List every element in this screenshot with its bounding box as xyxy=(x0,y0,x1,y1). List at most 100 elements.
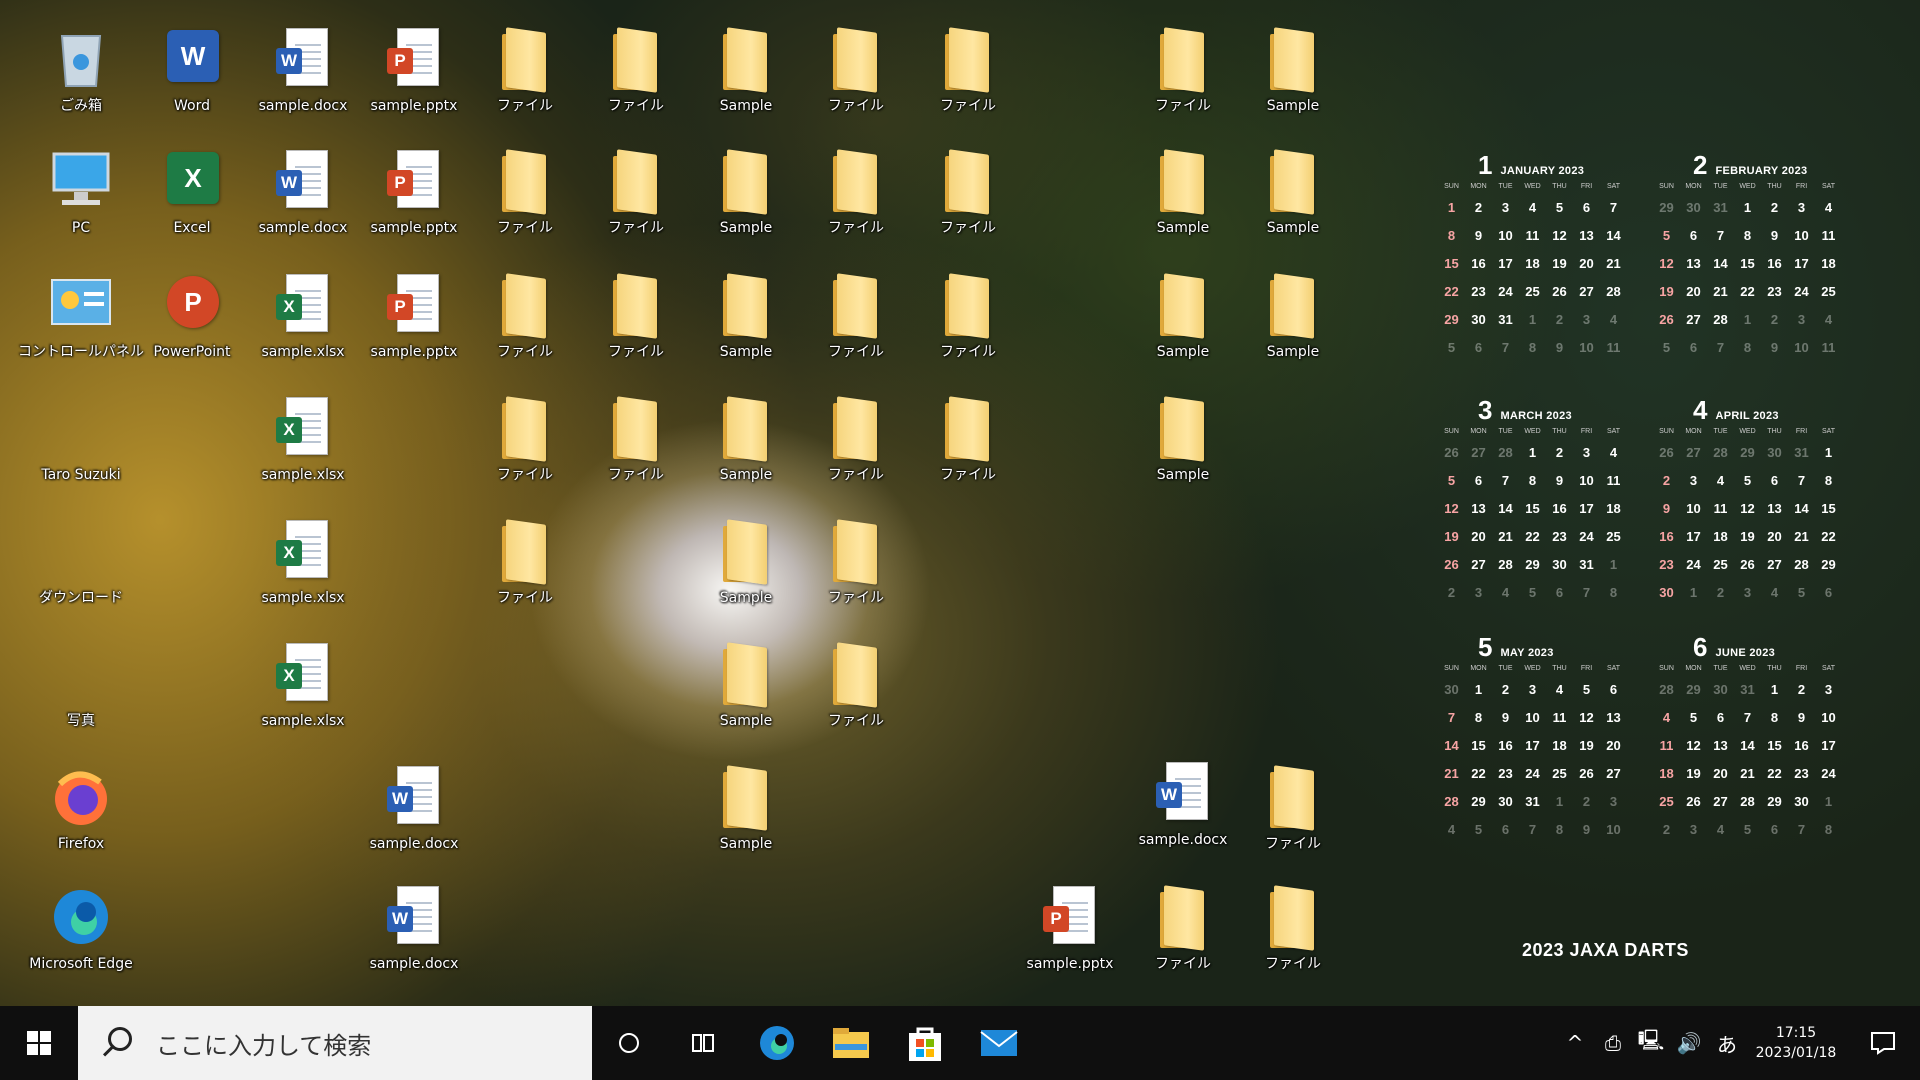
downloads-folder-icon[interactable]: ダウンロード xyxy=(28,510,134,620)
calendar-day: 12 xyxy=(1552,228,1567,243)
action-center-button[interactable] xyxy=(1846,1031,1920,1055)
folder-icon[interactable]: Sample xyxy=(1240,18,1346,128)
folder-icon[interactable]: ファイル xyxy=(472,264,578,374)
folder-icon[interactable]: ファイル xyxy=(915,140,1021,250)
task-view-button[interactable] xyxy=(666,1006,740,1080)
calendar-weekday: THU xyxy=(1767,428,1782,435)
folder-icon[interactable]: Sample xyxy=(1240,140,1346,250)
calendar-day: 2 xyxy=(1555,445,1564,460)
calendar-month-header: 6 JUNE 2023 xyxy=(1693,632,1853,662)
folder-icon[interactable]: ファイル xyxy=(1240,756,1346,866)
start-button[interactable] xyxy=(0,1006,78,1080)
folder-icon[interactable]: Sample xyxy=(693,510,799,620)
folder-icon[interactable]: Sample xyxy=(693,264,799,374)
file-docx-icon[interactable]: Wsample.docx xyxy=(361,876,467,986)
file-xlsx-icon[interactable]: Xsample.xlsx xyxy=(250,387,356,497)
folder-icon[interactable]: Sample xyxy=(1130,387,1236,497)
icon-label: Sample xyxy=(719,467,773,483)
tray-network-icon[interactable]: 🖳 xyxy=(1632,1026,1670,1060)
calendar-day: 27 xyxy=(1471,557,1486,572)
folder-icon[interactable]: ファイル xyxy=(1130,18,1236,128)
recycle-bin-icon[interactable]: ごみ箱 xyxy=(28,18,134,128)
edge-icon[interactable]: Microsoft Edge xyxy=(28,876,134,986)
folder-icon[interactable]: ファイル xyxy=(472,510,578,620)
folder-icon[interactable]: ファイル xyxy=(583,18,689,128)
excel-app-icon[interactable]: X Excel xyxy=(139,140,245,250)
file-docx-icon[interactable]: Wsample.docx xyxy=(1130,752,1236,862)
folder-icon[interactable]: ファイル xyxy=(472,140,578,250)
calendar-day: 29 xyxy=(1686,682,1701,697)
control-panel-icon[interactable]: コントロールパネル xyxy=(18,264,144,374)
folder-icon[interactable]: Sample xyxy=(693,140,799,250)
folder-icon[interactable]: ファイル xyxy=(583,387,689,497)
folder-icon[interactable]: Sample xyxy=(1130,140,1236,250)
file-docx-icon[interactable]: Wsample.docx xyxy=(361,756,467,866)
file-pptx-icon[interactable]: Psample.pptx xyxy=(361,140,467,250)
calendar-day: 13 xyxy=(1713,738,1728,753)
calendar-day: 3 xyxy=(1528,682,1537,697)
file-docx-icon-graphic: W xyxy=(270,26,336,92)
folder-icon[interactable]: ファイル xyxy=(1130,876,1236,986)
calendar-day: 4 xyxy=(1716,822,1725,837)
file-xlsx-icon[interactable]: Xsample.xlsx xyxy=(250,633,356,743)
pictures-folder-icon-graphic xyxy=(48,641,114,707)
folder-icon[interactable]: ファイル xyxy=(472,18,578,128)
tray-ime-indicator[interactable]: あ xyxy=(1708,1029,1746,1058)
folder-icon[interactable]: Sample xyxy=(693,387,799,497)
folder-icon[interactable]: ファイル xyxy=(803,387,909,497)
folder-icon[interactable]: ファイル xyxy=(915,387,1021,497)
file-pptx-icon[interactable]: Psample.pptx xyxy=(361,264,467,374)
file-pptx-icon[interactable]: Psample.pptx xyxy=(1017,876,1123,986)
user-folder-icon[interactable]: Taro Suzuki xyxy=(28,387,134,497)
calendar-day: 17 xyxy=(1794,256,1809,271)
icon-label: ファイル xyxy=(497,590,553,606)
folder-icon[interactable]: Sample xyxy=(693,18,799,128)
file-docx-icon[interactable]: Wsample.docx xyxy=(250,140,356,250)
folder-icon[interactable]: ファイル xyxy=(915,18,1021,128)
pc-icon[interactable]: PC xyxy=(28,140,134,250)
folder-icon[interactable]: Sample xyxy=(693,756,799,866)
calendar-day: 31 xyxy=(1794,445,1809,460)
folder-icon[interactable]: ファイル xyxy=(583,140,689,250)
taskbar-clock[interactable]: 17:15 2023/01/18 xyxy=(1746,1023,1846,1063)
tray-device-icon[interactable]: ⎙ xyxy=(1594,1031,1632,1055)
calendar-day: 2 xyxy=(1501,682,1510,697)
file-xlsx-icon[interactable]: Xsample.xlsx xyxy=(250,510,356,620)
folder-icon[interactable]: ファイル xyxy=(803,140,909,250)
calendar-day: 5 xyxy=(1447,340,1456,355)
folder-icon[interactable]: ファイル xyxy=(803,18,909,128)
folder-icon[interactable]: ファイル xyxy=(803,633,909,743)
calendar-day: 31 xyxy=(1713,200,1728,215)
firefox-icon[interactable]: Firefox xyxy=(28,756,134,866)
calendar-day: 7 xyxy=(1716,340,1725,355)
edge-taskbar-button[interactable] xyxy=(740,1006,814,1080)
calendar-day: 5 xyxy=(1743,473,1752,488)
folder-icon[interactable]: ファイル xyxy=(803,264,909,374)
folder-icon[interactable]: ファイル xyxy=(915,264,1021,374)
folder-icon[interactable]: ファイル xyxy=(472,387,578,497)
mail-button[interactable] xyxy=(962,1006,1036,1080)
folder-icon[interactable]: ファイル xyxy=(1240,876,1346,986)
file-docx-icon[interactable]: Wsample.docx xyxy=(250,18,356,128)
calendar-day: 17 xyxy=(1525,738,1540,753)
file-xlsx-icon-graphic: X xyxy=(270,272,336,338)
tray-volume-icon[interactable]: 🔊 xyxy=(1670,1031,1708,1055)
folder-icon[interactable]: Sample xyxy=(1130,264,1236,374)
pictures-folder-icon[interactable]: 写真 xyxy=(28,633,134,743)
cortana-button[interactable] xyxy=(592,1006,666,1080)
store-button[interactable] xyxy=(888,1006,962,1080)
powerpoint-app-icon[interactable]: P PowerPoint xyxy=(139,264,245,374)
tray-show-hidden-icon[interactable]: ^ xyxy=(1556,1031,1594,1055)
folder-icon[interactable]: Sample xyxy=(1240,264,1346,374)
word-app-icon[interactable]: W Word xyxy=(139,18,245,128)
file-pptx-icon[interactable]: Psample.pptx xyxy=(361,18,467,128)
file-xlsx-icon[interactable]: Xsample.xlsx xyxy=(250,264,356,374)
icon-label: ファイル xyxy=(828,467,884,483)
folder-icon[interactable]: ファイル xyxy=(583,264,689,374)
taskbar-search-box[interactable]: ここに入力して検索 xyxy=(78,1006,592,1080)
folder-icon[interactable]: ファイル xyxy=(803,510,909,620)
folder-icon[interactable]: Sample xyxy=(693,633,799,743)
file-docx-icon-graphic: W xyxy=(381,764,447,830)
file-explorer-button[interactable] xyxy=(814,1006,888,1080)
calendar-day: 24 xyxy=(1794,284,1809,299)
